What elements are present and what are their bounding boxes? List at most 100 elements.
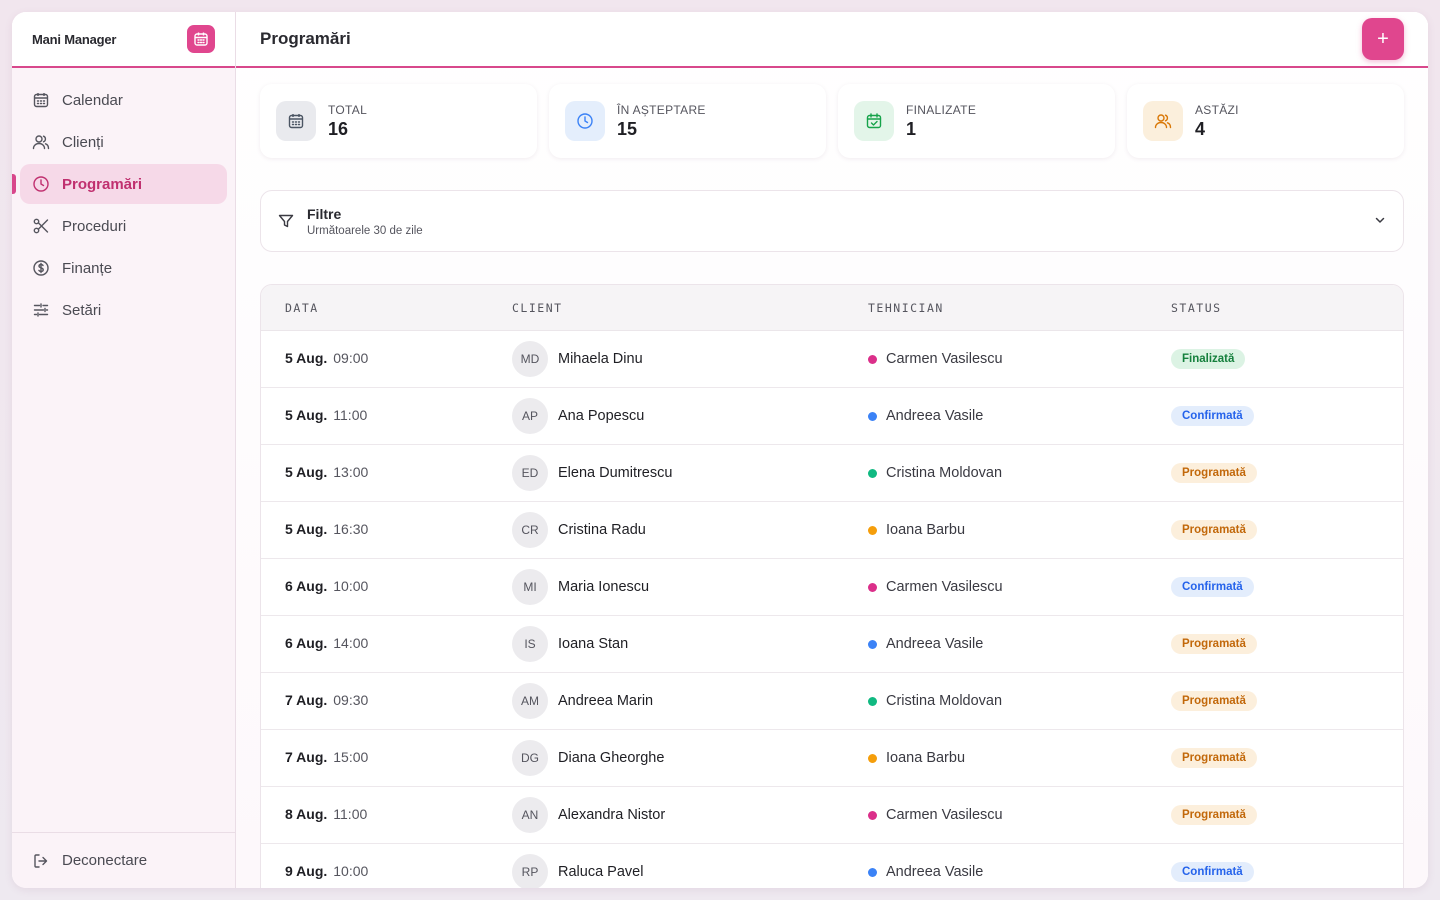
clock-icon: [32, 175, 50, 193]
sidebar-nav: Calendar Clienți Programări Proceduri Finanț…: [12, 68, 235, 344]
main-content: Programări + TOTAL 16 ÎN AȘTEPTARE 15 FINALI…: [236, 12, 1428, 888]
row-date: 7 Aug.: [285, 692, 328, 708]
table-body: 5 Aug. 09:00 MD Mihaela Dinu Carmen Vasilesc…: [261, 331, 1403, 888]
column-header-data[interactable]: DATA: [261, 301, 512, 315]
client-name: Mihaela Dinu: [558, 351, 643, 367]
technician-name: Andreea Vasile: [886, 636, 984, 652]
avatar: RP: [512, 854, 548, 888]
avatar: CR: [512, 512, 548, 548]
add-appointment-button[interactable]: +: [1362, 18, 1404, 60]
status-badge: Programată: [1171, 748, 1257, 768]
technician-dot: [868, 867, 877, 877]
technician-name: Ioana Barbu: [886, 750, 966, 766]
appointments-table: DATA CLIENT TEHNICIAN STATUS 5 Aug. 09:00…: [260, 284, 1404, 888]
row-date: 5 Aug.: [285, 350, 328, 366]
row-time: 10:00: [333, 578, 369, 594]
stat-card: FINALIZATE 1: [838, 84, 1115, 158]
calendar-icon: [32, 91, 50, 109]
logout-icon: [32, 852, 50, 870]
column-header-tehnician[interactable]: TEHNICIAN: [868, 301, 1171, 315]
technician-dot: [868, 753, 877, 763]
sidebar-item-calendar[interactable]: Calendar: [20, 80, 227, 120]
sidebar: Mani Manager Calendar Clienți Programări Pr…: [12, 12, 236, 888]
row-date: 9 Aug.: [285, 863, 328, 879]
dollar-icon: [32, 259, 50, 277]
sidebar-item-scissors[interactable]: Proceduri: [20, 206, 227, 246]
technician-name: Carmen Vasilescu: [886, 807, 1003, 823]
table-row[interactable]: 5 Aug. 11:00 AP Ana Popescu Andreea Vasile Co…: [261, 388, 1403, 445]
table-row[interactable]: 5 Aug. 13:00 ED Elena Dumitrescu Cristina Mo…: [261, 445, 1403, 502]
technician-dot: [868, 525, 877, 535]
row-time: 15:00: [333, 749, 369, 765]
table-row[interactable]: 6 Aug. 10:00 MI Maria Ionescu Carmen Vasiles…: [261, 559, 1403, 616]
technician-name: Carmen Vasilescu: [886, 351, 1003, 367]
row-time: 10:00: [333, 863, 369, 879]
logout-label: Deconectare: [62, 852, 148, 869]
row-date: 5 Aug.: [285, 521, 328, 537]
stat-label: ASTĂZI: [1195, 102, 1239, 117]
status-badge: Programată: [1171, 463, 1257, 483]
logout-button[interactable]: Deconectare: [12, 832, 235, 888]
row-time: 16:30: [333, 521, 369, 537]
row-date: 5 Aug.: [285, 464, 328, 480]
row-date: 6 Aug.: [285, 578, 328, 594]
client-name: Andreea Marin: [558, 693, 654, 709]
sidebar-item-label: Calendar: [62, 91, 123, 109]
chevron-down-icon[interactable]: [1373, 213, 1387, 232]
technician-name: Andreea Vasile: [886, 408, 984, 424]
technician-dot: [868, 639, 877, 649]
stat-card: ÎN AȘTEPTARE 15: [549, 84, 826, 158]
sidebar-item-dollar[interactable]: Finanțe: [20, 248, 227, 288]
status-badge: Confirmată: [1171, 862, 1254, 882]
technician-name: Andreea Vasile: [886, 864, 984, 880]
client-name: Maria Ionescu: [558, 579, 650, 595]
table-row[interactable]: 8 Aug. 11:00 AN Alexandra Nistor Carmen Vasi…: [261, 787, 1403, 844]
sidebar-item-users[interactable]: Clienți: [20, 122, 227, 162]
avatar: ED: [512, 455, 548, 491]
client-name: Diana Gheorghe: [558, 750, 665, 766]
page-title: Programări: [260, 29, 351, 48]
users-icon: [1143, 101, 1183, 141]
status-badge: Confirmată: [1171, 406, 1254, 426]
filters-subtitle: Următoarele 30 de zile: [307, 224, 423, 237]
technician-dot: [868, 810, 877, 820]
technician-name: Cristina Moldovan: [886, 693, 1003, 709]
client-name: Cristina Radu: [558, 522, 646, 538]
technician-name: Ioana Barbu: [886, 522, 966, 538]
top-bar: Programări +: [236, 12, 1428, 68]
row-time: 09:00: [333, 350, 369, 366]
column-header-client[interactable]: CLIENT: [512, 301, 868, 315]
table-row[interactable]: 7 Aug. 15:00 DG Diana Gheorghe Ioana Barbu Pr…: [261, 730, 1403, 787]
sidebar-item-label: Finanțe: [62, 259, 113, 277]
status-badge: Finalizată: [1171, 349, 1246, 369]
clock-icon: [565, 101, 605, 141]
table-row[interactable]: 7 Aug. 09:30 AM Andreea Marin Cristina Moldo…: [261, 673, 1403, 730]
technician-name: Cristina Moldovan: [886, 465, 1003, 481]
sidebar-item-label: Programări: [62, 175, 143, 193]
row-time: 09:30: [333, 692, 369, 708]
stats-row: TOTAL 16 ÎN AȘTEPTARE 15 FINALIZATE 1 ASTĂZI 4: [236, 68, 1428, 158]
avatar: DG: [512, 740, 548, 776]
table-row[interactable]: 9 Aug. 10:00 RP Raluca Pavel Andreea Vasile C…: [261, 844, 1403, 888]
calendar-icon[interactable]: [187, 25, 215, 53]
column-header-status[interactable]: STATUS: [1171, 301, 1403, 315]
sidebar-item-label: Proceduri: [62, 217, 127, 235]
sliders-icon: [32, 301, 50, 319]
table-row[interactable]: 6 Aug. 14:00 IS Ioana Stan Andreea Vasile Pro…: [261, 616, 1403, 673]
technician-dot: [868, 696, 877, 706]
table-row[interactable]: 5 Aug. 16:30 CR Cristina Radu Ioana Barbu Pro…: [261, 502, 1403, 559]
filters-panel[interactable]: Filtre Următoarele 30 de zile: [260, 190, 1404, 252]
filters-title: Filtre: [307, 205, 342, 222]
sidebar-item-label: Clienți: [62, 133, 104, 151]
avatar: AP: [512, 398, 548, 434]
status-badge: Programată: [1171, 805, 1257, 825]
sidebar-item-sliders[interactable]: Setări: [20, 290, 227, 330]
avatar: MD: [512, 341, 548, 377]
stat-label: TOTAL: [328, 102, 368, 117]
brand-header: Mani Manager: [12, 12, 235, 68]
calendar-icon: [276, 101, 316, 141]
row-date: 5 Aug.: [285, 407, 328, 423]
sidebar-item-clock[interactable]: Programări: [12, 164, 227, 204]
app-window: Mani Manager Calendar Clienți Programări Pr…: [12, 12, 1428, 888]
table-row[interactable]: 5 Aug. 09:00 MD Mihaela Dinu Carmen Vasilesc…: [261, 331, 1403, 388]
